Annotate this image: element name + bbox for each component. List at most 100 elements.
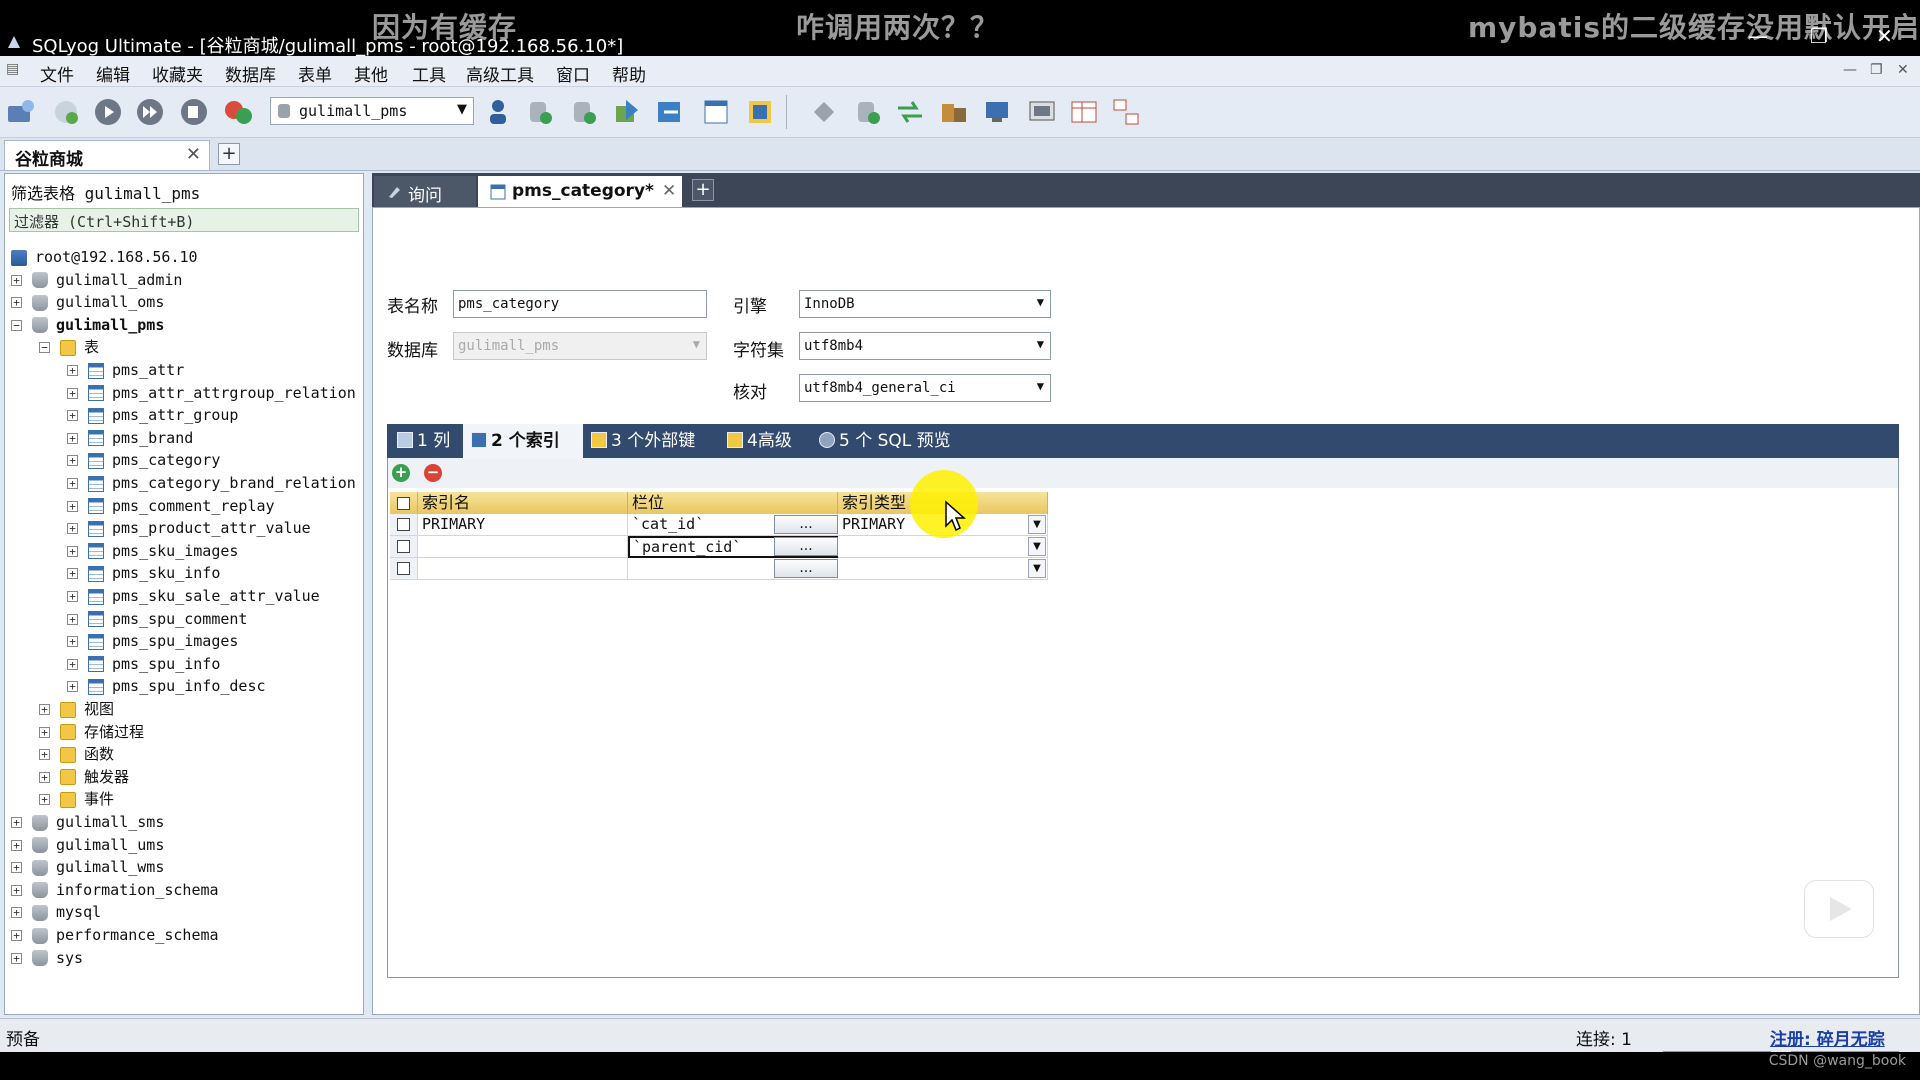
- export-icon[interactable]: [654, 96, 686, 128]
- expand-icon[interactable]: +: [67, 365, 78, 376]
- tree-database[interactable]: + gulimall_admin: [11, 269, 182, 291]
- import-icon[interactable]: [612, 96, 644, 128]
- connection-tab[interactable]: 谷粒商城 ✕: [4, 140, 210, 170]
- execute-all-icon[interactable]: [134, 96, 166, 128]
- refresh-object-icon[interactable]: [222, 96, 254, 128]
- menu-window[interactable]: 窗口: [556, 61, 590, 86]
- table-name-input[interactable]: pms_category: [453, 290, 707, 318]
- engine-select[interactable]: InnoDB ▼: [799, 290, 1051, 318]
- tree-table[interactable]: + pms_product_attr_value: [67, 517, 311, 539]
- expand-icon[interactable]: +: [67, 545, 78, 557]
- tree-database[interactable]: + gulimall_ums: [11, 834, 164, 856]
- chevron-down-icon[interactable]: ▼: [1028, 537, 1046, 556]
- table-row[interactable]: [390, 536, 418, 558]
- tree-folder-tables[interactable]: − 表: [39, 336, 99, 358]
- index-type-cell[interactable]: [838, 536, 1048, 558]
- register-link[interactable]: 注册: 碎月无踪: [1770, 1025, 1885, 1050]
- sync-schema-icon[interactable]: [938, 96, 970, 128]
- menu-file[interactable]: 文件: [40, 61, 74, 86]
- expand-icon[interactable]: +: [11, 817, 22, 828]
- row-checkbox[interactable]: [397, 540, 410, 553]
- tree-table[interactable]: + pms_sku_sale_attr_value: [67, 585, 320, 607]
- expand-icon[interactable]: +: [67, 500, 78, 512]
- expand-icon[interactable]: +: [11, 952, 22, 964]
- execute-edit-icon[interactable]: [178, 96, 210, 128]
- tree-folder[interactable]: + 函数: [39, 743, 114, 765]
- expand-icon[interactable]: +: [39, 726, 50, 738]
- tree-database[interactable]: + gulimall_wms: [11, 856, 164, 878]
- tab-columns[interactable]: 1 列: [393, 424, 461, 458]
- tree-server[interactable]: root@192.168.56.10: [11, 246, 198, 268]
- table-row[interactable]: [390, 558, 418, 580]
- collapse-icon[interactable]: −: [39, 342, 50, 354]
- row-checkbox[interactable]: [397, 518, 410, 531]
- table-row[interactable]: [390, 514, 418, 536]
- expand-icon[interactable]: +: [67, 523, 78, 535]
- tab-advanced[interactable]: 4高级: [727, 424, 807, 458]
- minimize-icon[interactable]: —: [1748, 24, 1768, 48]
- tree-table[interactable]: + pms_sku_images: [67, 540, 238, 562]
- tab-query[interactable]: 询问: [374, 176, 476, 207]
- schema-compare-icon[interactable]: [1068, 96, 1100, 128]
- expand-icon[interactable]: +: [11, 297, 22, 309]
- expand-icon[interactable]: +: [67, 432, 78, 444]
- tree-database[interactable]: + performance_schema: [11, 924, 219, 946]
- filter-input[interactable]: 过滤器 (Ctrl+Shift+B): [9, 208, 359, 232]
- tree-table[interactable]: + pms_spu_info: [67, 653, 220, 675]
- tab-sql-preview[interactable]: 5 个 SQL 预览: [819, 424, 959, 458]
- restore-icon[interactable]: ❐: [1810, 24, 1828, 48]
- expand-icon[interactable]: +: [39, 704, 50, 715]
- tree-table[interactable]: + pms_attr_group: [67, 404, 238, 426]
- menu-advanced-tools[interactable]: 高级工具: [466, 61, 534, 86]
- tree-table[interactable]: + pms_attr: [67, 359, 184, 381]
- tree-folder[interactable]: + 触发器: [39, 766, 129, 788]
- new-connection-tab-button[interactable]: +: [218, 143, 240, 165]
- expand-icon[interactable]: +: [67, 455, 78, 467]
- tab-foreign-keys[interactable]: 3 个外部键: [591, 424, 715, 458]
- expand-icon[interactable]: +: [11, 274, 22, 286]
- tree-database[interactable]: + gulimall_oms: [11, 291, 164, 313]
- execute-icon[interactable]: [92, 96, 124, 128]
- charset-select[interactable]: utf8mb4 ▼: [799, 332, 1051, 360]
- new-connection-icon[interactable]: [4, 96, 36, 128]
- backup-icon[interactable]: [524, 96, 556, 128]
- menu-database[interactable]: 数据库: [225, 61, 276, 86]
- expand-icon[interactable]: +: [11, 839, 22, 851]
- expand-icon[interactable]: +: [39, 794, 50, 806]
- index-name-cell[interactable]: [418, 536, 628, 558]
- close-icon[interactable]: ✕: [662, 181, 676, 201]
- new-query-icon[interactable]: [50, 96, 82, 128]
- tree-table[interactable]: + pms_attr_attrgroup_relation: [67, 382, 356, 404]
- expand-icon[interactable]: +: [67, 681, 78, 693]
- table-data-icon[interactable]: [700, 96, 732, 128]
- tree-database[interactable]: + gulimall_sms: [11, 811, 164, 833]
- expand-icon[interactable]: +: [11, 907, 22, 919]
- scheduled-job-icon[interactable]: [852, 96, 884, 128]
- user-manager-icon[interactable]: [482, 96, 514, 128]
- mdi-minimize-icon[interactable]: —: [1843, 62, 1857, 78]
- close-icon[interactable]: ✕: [186, 144, 201, 165]
- collation-select[interactable]: utf8mb4_general_ci ▼: [799, 374, 1051, 402]
- tree-folder[interactable]: + 事件: [39, 788, 114, 810]
- tab-indexes[interactable]: 2 个索引: [463, 424, 583, 458]
- query-profiler-icon[interactable]: [1026, 96, 1058, 128]
- monitor-icon[interactable]: [982, 96, 1014, 128]
- system-menu-icon[interactable]: ▤: [6, 61, 19, 77]
- menu-table[interactable]: 表单: [298, 61, 332, 86]
- tree-table[interactable]: + pms_spu_comment: [67, 608, 247, 630]
- index-name-cell[interactable]: [418, 558, 628, 580]
- expand-icon[interactable]: +: [67, 658, 78, 670]
- menu-help[interactable]: 帮助: [612, 61, 646, 86]
- expand-icon[interactable]: +: [67, 410, 78, 422]
- mdi-restore-icon[interactable]: ❐: [1870, 62, 1883, 78]
- menu-edit[interactable]: 编辑: [96, 61, 130, 86]
- tree-table[interactable]: + pms_brand: [67, 427, 193, 449]
- chevron-down-icon[interactable]: ▼: [1028, 559, 1046, 578]
- tree-table[interactable]: + pms_category: [67, 449, 220, 471]
- expand-icon[interactable]: +: [67, 591, 78, 602]
- index-name-cell[interactable]: PRIMARY: [418, 514, 628, 536]
- expand-icon[interactable]: +: [11, 862, 22, 874]
- query-builder-icon[interactable]: [808, 96, 840, 128]
- tree-database[interactable]: + information_schema: [11, 879, 219, 901]
- tree-folder[interactable]: + 存储过程: [39, 721, 144, 743]
